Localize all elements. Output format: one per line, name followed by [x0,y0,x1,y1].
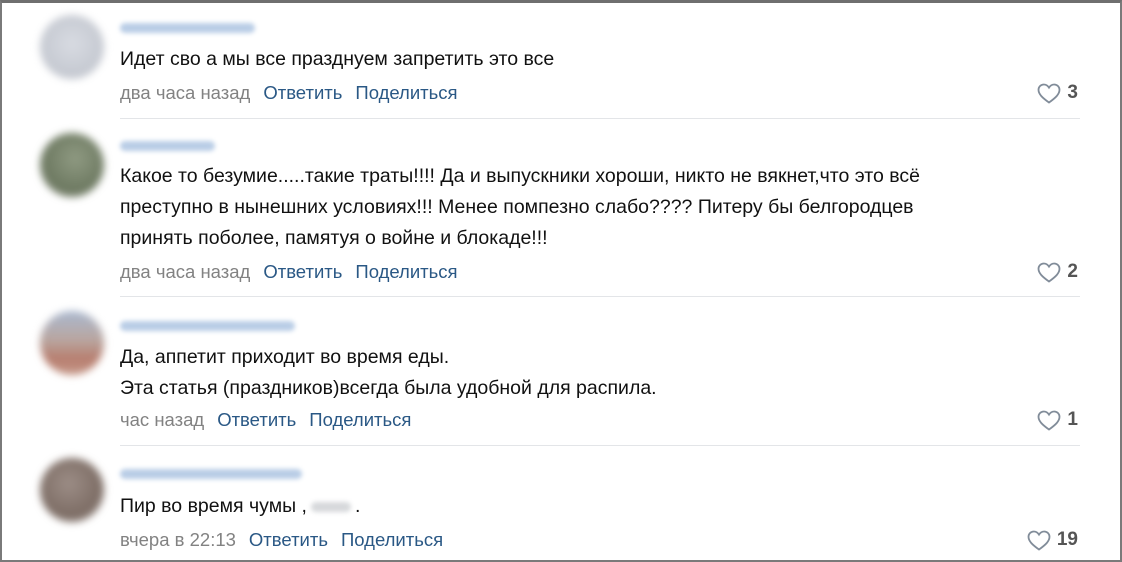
reply-link[interactable]: Ответить [217,409,296,430]
avatar[interactable] [40,311,104,375]
comment-text: Да, аппетит приходит во время еды. Эта с… [120,342,657,404]
like-count: 3 [1067,82,1078,103]
like-count: 1 [1067,409,1078,430]
like-count: 2 [1067,261,1078,282]
reply-link[interactable]: Ответить [263,82,342,103]
comment-meta: два часа назад Ответить Поделиться [120,82,471,104]
comment-text-line: Пир во время чумы ,. [120,491,360,522]
comment-text-line: принять поболее, памятуя о войне и блока… [120,227,548,249]
avatar[interactable] [40,458,104,522]
author-name-redacted[interactable] [120,321,295,331]
comment-text-line: Какое то безумие.....такие траты!!!! Да … [120,165,920,187]
share-link[interactable]: Поделиться [309,409,411,430]
avatar[interactable] [40,15,104,79]
share-link[interactable]: Поделиться [355,82,457,103]
comment-text-line: Эта статья (праздников)всегда была удобн… [120,377,657,399]
share-link[interactable]: Поделиться [341,529,443,550]
comments-panel: Идет сво а мы все празднуем запретить эт… [0,0,1122,562]
like-button[interactable]: 19 [1027,529,1078,551]
comment-text-line: преступно в нынешних условиях!!! Менее п… [120,196,914,218]
author-name-redacted[interactable] [120,469,302,479]
comment-timestamp: два часа назад [120,82,251,103]
comment-timestamp: два часа назад [120,261,251,282]
author-name-redacted[interactable] [120,23,255,33]
comment-text-part: Пир во время чумы , [120,495,307,517]
like-count: 19 [1056,529,1078,550]
comment-meta: час назад Ответить Поделиться [120,409,424,431]
heart-icon [1038,410,1061,431]
like-button[interactable]: 1 [1037,409,1078,431]
divider [120,118,1080,119]
divider [120,296,1080,297]
comment-timestamp: вчера в 22:13 [120,529,236,550]
heart-icon [1027,530,1051,551]
comment-meta: вчера в 22:13 Ответить Поделиться [120,529,456,551]
comment-text: Пир во время чумы ,. [120,491,360,522]
like-button[interactable]: 3 [1037,82,1078,104]
comment-text: Идет сво а мы все празднуем запретить эт… [120,44,554,75]
divider [120,445,1080,446]
heart-icon [1038,262,1061,283]
redacted-mention [310,501,351,512]
reply-link[interactable]: Ответить [249,529,328,550]
comment-text-line: Да, аппетит приходит во время еды. [120,346,450,368]
avatar[interactable] [40,133,104,197]
comment-timestamp: час назад [120,409,205,430]
comment-text: Какое то безумие.....такие траты!!!! Да … [120,161,920,254]
heart-icon [1038,83,1061,104]
comment-meta: два часа назад Ответить Поделиться [120,261,471,283]
like-button[interactable]: 2 [1037,261,1078,283]
comment-text-line: Идет сво а мы все празднуем запретить эт… [120,48,555,70]
comment-text-suffix: . [354,495,361,517]
reply-link[interactable]: Ответить [263,261,342,282]
author-name-redacted[interactable] [120,141,215,151]
share-link[interactable]: Поделиться [355,261,457,282]
